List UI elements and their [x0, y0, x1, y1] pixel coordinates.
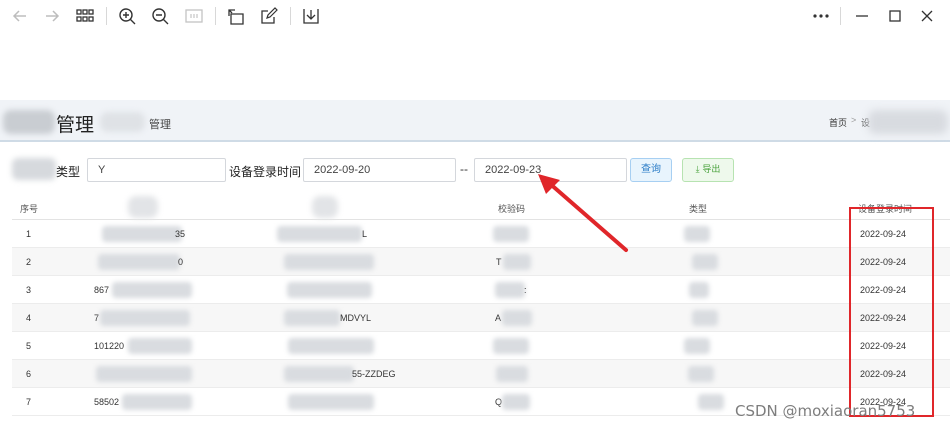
watermark-text: CSDN @moxiaoran5753	[735, 402, 916, 420]
export-button[interactable]: ⤓ 导出	[682, 158, 734, 182]
redacted-cell	[202, 282, 282, 298]
redacted-cell	[496, 366, 528, 382]
row-id: 0	[178, 257, 184, 267]
annotation-arrow-icon	[538, 174, 628, 252]
redacted-cell	[288, 394, 374, 410]
redacted-cell	[495, 282, 525, 298]
redacted-cell	[277, 226, 362, 242]
table-row[interactable]: 1 35 L 2022-09-24	[12, 220, 950, 248]
fit-page-icon[interactable]	[182, 4, 206, 28]
col-header-index: 序号	[20, 205, 39, 215]
redacted-subtitle-prefix	[100, 112, 145, 132]
zoom-out-icon[interactable]	[148, 4, 172, 28]
row-id: 35	[175, 229, 186, 239]
row-index: 7	[26, 397, 32, 407]
row-code: MDVYL	[340, 313, 372, 323]
redacted-cell	[288, 338, 374, 354]
row-checksum: T	[496, 257, 502, 267]
redacted-cell	[493, 226, 529, 242]
redacted-cell	[284, 254, 374, 270]
redacted-cell	[493, 338, 529, 354]
redacted-header	[312, 196, 338, 218]
row-code: L	[362, 229, 368, 239]
rotate-icon[interactable]	[224, 4, 248, 28]
table-row[interactable]: 4 7 MDVYL A 2022-09-24	[12, 304, 950, 332]
annotation-highlight-box	[849, 207, 934, 417]
redacted-header	[128, 196, 158, 218]
date-range-separator: --	[460, 162, 468, 176]
table-header: 序号 校验码 类型 设备登录时间	[12, 196, 950, 220]
redacted-cell	[287, 282, 372, 298]
forward-arrow-icon[interactable]	[40, 4, 64, 28]
row-checksum: A	[495, 313, 502, 323]
table-row[interactable]: 6 55-ZZDEG 2022-09-24	[12, 360, 950, 388]
row-index: 4	[26, 313, 32, 323]
redacted-cell	[98, 254, 180, 270]
table-row[interactable]: 2 0 T 2022-09-24	[12, 248, 950, 276]
table-row[interactable]: 3 867 : 2022-09-24	[12, 276, 950, 304]
row-index: 1	[26, 229, 32, 239]
redacted-cell	[684, 226, 710, 242]
table-row[interactable]: 5 101220 2022-09-24	[12, 332, 950, 360]
search-form: 类型 Y 设备登录时间 2022-09-20 -- 2022-09-23 查询 …	[0, 144, 950, 196]
redacted-cell	[688, 366, 714, 382]
redacted-cell	[502, 310, 532, 326]
redacted-cell	[100, 310, 190, 326]
row-checksum: Q	[495, 397, 503, 407]
redacted-label-prefix	[12, 158, 56, 180]
redacted-cell	[102, 226, 182, 242]
grid-icon[interactable]	[73, 4, 97, 28]
redacted-cell	[692, 310, 718, 326]
edit-icon[interactable]	[257, 4, 281, 28]
zoom-in-icon[interactable]	[115, 4, 139, 28]
col-header-checksum: 校验码	[498, 205, 526, 215]
redacted-breadcrumb	[868, 110, 948, 134]
minimize-icon[interactable]	[850, 4, 874, 28]
redacted-cell	[284, 366, 354, 382]
row-id: 867	[94, 285, 110, 295]
viewer-toolbar	[0, 0, 950, 32]
row-id: 7	[94, 313, 100, 323]
redacted-cell	[128, 338, 192, 354]
download-icon[interactable]	[299, 4, 323, 28]
login-time-label: 设备登录时间	[229, 165, 302, 179]
blank-area	[0, 32, 950, 100]
row-index: 5	[26, 341, 32, 351]
row-index: 2	[26, 257, 32, 267]
redacted-cell	[96, 366, 192, 382]
redacted-cell	[692, 254, 718, 270]
type-label: 类型	[56, 165, 81, 179]
redacted-title-prefix	[3, 110, 55, 134]
more-icon[interactable]	[809, 4, 833, 28]
redacted-cell	[698, 394, 724, 410]
page-title: 管理	[56, 114, 95, 136]
breadcrumb-separator: >	[851, 115, 857, 125]
page-header: 管理 管理 首页 > 设	[0, 100, 950, 142]
redacted-cell	[122, 394, 192, 410]
row-index: 6	[26, 369, 32, 379]
row-id: 101220	[94, 341, 125, 351]
maximize-icon[interactable]	[883, 4, 907, 28]
row-checksum: :	[524, 285, 527, 295]
data-table: 序号 校验码 类型 设备登录时间 1 35 L 2022-09-24 2 0 T…	[12, 196, 950, 416]
start-date-input[interactable]: 2022-09-20	[303, 158, 456, 182]
redacted-cell	[112, 282, 192, 298]
redacted-cell	[502, 394, 530, 410]
breadcrumb-home[interactable]: 首页	[829, 116, 847, 129]
col-header-type: 类型	[689, 205, 708, 215]
row-index: 3	[26, 285, 32, 295]
page-subtitle: 管理	[149, 118, 171, 131]
close-icon[interactable]	[915, 4, 939, 28]
redacted-cell	[284, 310, 340, 326]
row-code: 55-ZZDEG	[352, 369, 396, 379]
redacted-cell	[689, 282, 709, 298]
back-arrow-icon[interactable]	[8, 4, 32, 28]
redacted-cell	[684, 338, 710, 354]
type-input[interactable]: Y	[87, 158, 226, 182]
redacted-cell	[503, 254, 531, 270]
row-id: 58502	[94, 397, 120, 407]
